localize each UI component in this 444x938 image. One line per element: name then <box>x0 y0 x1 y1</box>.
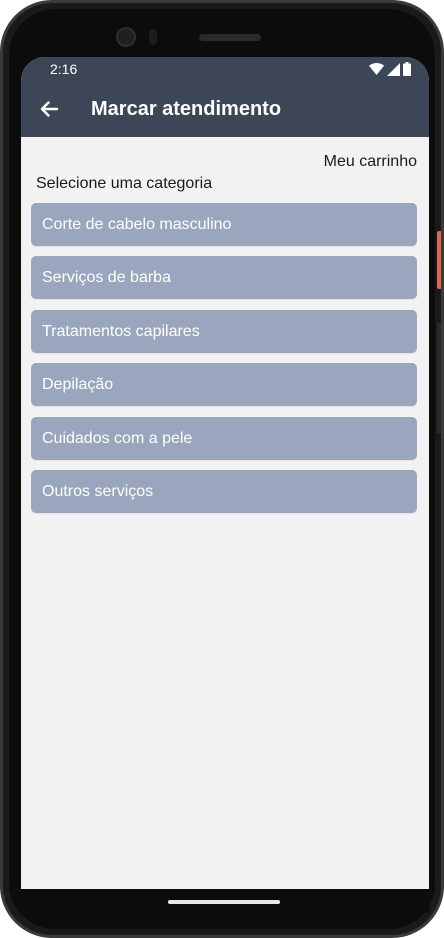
back-button[interactable] <box>35 95 63 123</box>
status-bar: 2:16 <box>21 57 429 81</box>
earpiece-speaker <box>199 34 261 41</box>
arrow-left-icon <box>40 101 59 117</box>
sensor-icon <box>149 29 157 45</box>
phone-frame: 2:16 Marcar atendimento Meu carrinho Sel… <box>0 0 444 938</box>
category-button-depilacao[interactable]: Depilação <box>31 363 417 407</box>
category-button-outros-servicos[interactable]: Outros serviços <box>31 469 417 513</box>
power-button <box>437 231 441 289</box>
volume-button <box>437 323 441 433</box>
home-indicator[interactable] <box>168 900 280 904</box>
app-screen: 2:16 Marcar atendimento Meu carrinho Sel… <box>21 57 429 889</box>
battery-icon <box>403 62 411 76</box>
category-button-cuidados-pele[interactable]: Cuidados com a pele <box>31 416 417 460</box>
category-button-tratamentos-capilares[interactable]: Tratamentos capilares <box>31 309 417 353</box>
status-icons <box>369 62 411 76</box>
wifi-icon <box>369 63 384 75</box>
status-time: 2:16 <box>50 61 78 77</box>
signal-icon <box>387 62 400 76</box>
cart-link[interactable]: Meu carrinho <box>324 153 417 171</box>
category-list: Corte de cabelo masculino Serviços de ba… <box>31 203 417 523</box>
page-title: Marcar atendimento <box>91 98 282 120</box>
front-camera-icon <box>116 27 136 47</box>
app-bar: Marcar atendimento <box>21 81 429 137</box>
category-button-barba[interactable]: Serviços de barba <box>31 256 417 300</box>
category-heading: Selecione uma categoria <box>36 175 213 192</box>
category-button-corte-de-cabelo[interactable]: Corte de cabelo masculino <box>31 203 417 246</box>
